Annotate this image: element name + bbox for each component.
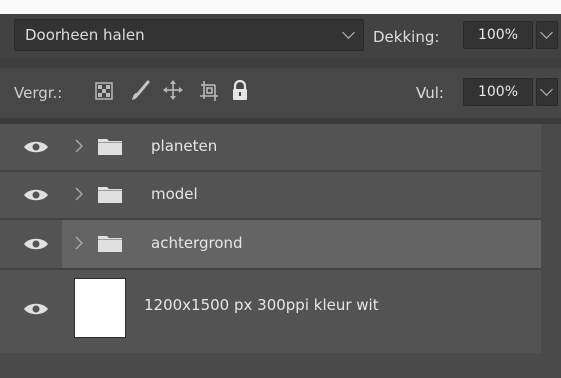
fill-label: Vul: (416, 84, 444, 102)
fill-dropdown-button[interactable] (536, 78, 558, 106)
visibility-toggle[interactable] (0, 172, 62, 218)
panel-footer (0, 353, 541, 378)
folder-icon (98, 139, 122, 155)
top-strip (0, 0, 561, 14)
lock-label: Vergr.: (14, 84, 63, 102)
lock-artboard-icon[interactable] (198, 80, 220, 102)
eye-icon (24, 189, 48, 201)
opacity-dropdown-button[interactable] (536, 21, 558, 49)
blend-mode-value: Doorheen halen (25, 26, 145, 44)
folder-icon (98, 236, 122, 252)
layer-name: planeten (151, 137, 218, 155)
chevron-down-icon (540, 26, 553, 39)
visibility-toggle[interactable] (0, 270, 62, 350)
visibility-toggle[interactable] (0, 220, 62, 268)
eye-icon (24, 303, 48, 315)
expand-arrow-icon[interactable] (75, 187, 83, 201)
layer-content: model (64, 172, 541, 218)
chevron-down-icon (342, 26, 355, 39)
eye-icon (24, 238, 48, 250)
header-separator (0, 58, 561, 68)
eye-icon (24, 141, 48, 153)
lock-image-pixels-icon[interactable] (129, 80, 151, 102)
lock-fill-row: Vergr.: Vul: 100% (0, 68, 561, 118)
layer-row-planeten[interactable]: planeten (0, 124, 541, 170)
opacity-label: Dekking: (373, 28, 440, 46)
expand-arrow-icon[interactable] (75, 236, 83, 250)
fill-input[interactable]: 100% (463, 78, 533, 106)
lock-transparent-pixels-icon[interactable] (95, 82, 113, 100)
chevron-down-icon (540, 83, 553, 96)
layer-thumbnail (74, 278, 126, 338)
scrollbar-track[interactable] (541, 124, 561, 378)
layer-name: 1200x1500 px 300ppi kleur wit (144, 296, 379, 314)
layer-name: achtergrond (151, 234, 243, 252)
layer-content: planeten (64, 124, 541, 170)
layers-panel: Doorheen halen Dekking: 100% Vergr.: Vul… (0, 0, 561, 378)
lock-all-icon[interactable] (231, 79, 249, 101)
layers-list: planeten model achtergrond 1200x1500 px … (0, 124, 561, 378)
layer-name: model (151, 185, 198, 203)
layer-content: 1200x1500 px 300ppi kleur wit (64, 270, 541, 350)
opacity-input[interactable]: 100% (463, 21, 533, 49)
expand-arrow-icon[interactable] (75, 139, 83, 153)
layer-row-model[interactable]: model (0, 172, 541, 218)
layer-content: achtergrond (64, 220, 541, 268)
visibility-toggle[interactable] (0, 124, 62, 170)
folder-icon (98, 187, 122, 203)
blend-opacity-row: Doorheen halen Dekking: 100% (0, 14, 561, 58)
layer-row-achtergrond[interactable]: achtergrond (0, 220, 541, 268)
layer-row-background[interactable]: 1200x1500 px 300ppi kleur wit (0, 270, 541, 350)
blend-mode-dropdown[interactable]: Doorheen halen (14, 19, 364, 51)
lock-position-icon[interactable] (162, 79, 184, 101)
